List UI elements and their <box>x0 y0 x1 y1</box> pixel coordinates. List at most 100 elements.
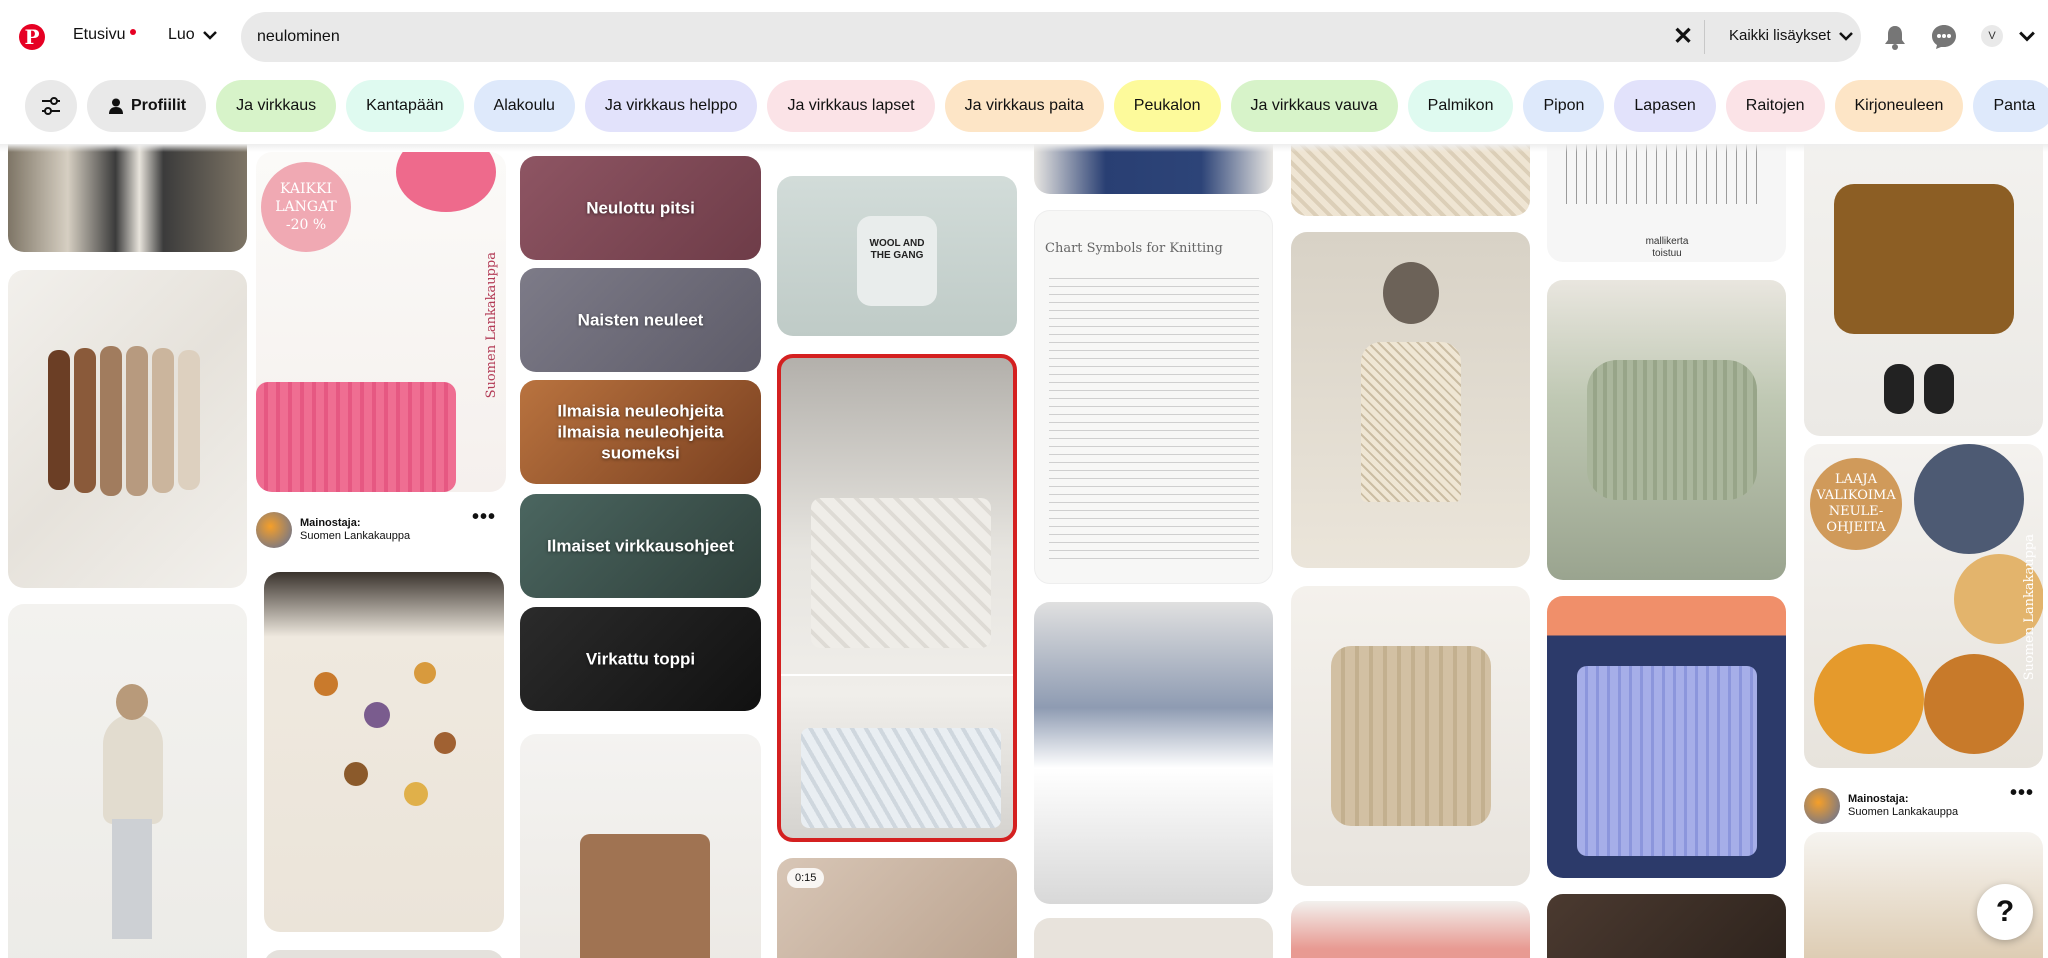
figure-shape <box>1361 342 1461 502</box>
pin-partial[interactable] <box>1034 918 1273 958</box>
pin-brown-sweater[interactable] <box>1804 144 2043 436</box>
pinterest-logo-icon[interactable]: P <box>19 24 45 50</box>
pin-striped-pants[interactable] <box>8 144 247 252</box>
pin-knitting-closeup-selected[interactable] <box>777 354 1017 842</box>
nav-create[interactable]: Luo <box>168 26 217 44</box>
chip-pipon[interactable]: Pipon <box>1523 80 1605 132</box>
chip-alakoulu[interactable]: Alakoulu <box>473 80 575 132</box>
sweater-shape <box>1587 360 1757 500</box>
search-input[interactable] <box>257 12 1657 62</box>
advertiser-name: Suomen Lankakauppa <box>1848 806 1959 818</box>
chip-profiles[interactable]: Profiilit <box>87 80 207 132</box>
help-button[interactable]: ? <box>1977 884 2033 940</box>
chip-ja-virkkaus-paita[interactable]: Ja virkkaus paita <box>944 80 1104 132</box>
board-virkattu-toppi[interactable]: Virkattu toppi <box>520 607 761 711</box>
yarn-ball-shape <box>1914 444 2024 554</box>
flower-shape <box>434 732 456 754</box>
bell-icon[interactable] <box>1883 24 1907 50</box>
board-title: Neulottu pitsi <box>586 198 695 218</box>
flower-shape <box>404 782 428 806</box>
clear-search-icon[interactable]: ✕ <box>1671 25 1695 49</box>
shoe-shape <box>1924 364 1954 414</box>
board-ilmaiset-virkkausohjeet[interactable]: Ilmaiset virkkausohjeet <box>520 494 761 598</box>
brand-vertical-text: Suomen Lankakauppa <box>2022 534 2037 681</box>
board-title: Virkattu toppi <box>585 649 696 669</box>
chip-peukalon[interactable]: Peukalon <box>1113 80 1221 132</box>
chip-ja-virkkaus-lapset[interactable]: Ja virkkaus lapset <box>767 80 935 132</box>
top-bar: P Etusivu Luo ✕ Kaikki lisäykset V <box>0 0 2048 76</box>
pin-knit-camisole[interactable] <box>520 734 761 958</box>
flower-shape <box>314 672 338 696</box>
sock-shape <box>152 348 174 493</box>
flower-shape <box>344 762 368 786</box>
board-ilmaisia-neuleohjeita[interactable]: Ilmaisia neuleohjeita ilmaisia neuleohje… <box>520 380 761 484</box>
pin-woman-mesh-vest[interactable] <box>1291 232 1530 568</box>
badge-text: KAIKKI <box>280 181 332 197</box>
badge-text: LANGAT <box>275 199 337 215</box>
chip-ja-virkkaus-vauva[interactable]: Ja virkkaus vauva <box>1230 80 1398 132</box>
notification-dot <box>130 29 136 35</box>
board-naisten-neuleet[interactable]: Naisten neuleet <box>520 268 761 372</box>
pin-ad-yarn-balls[interactable]: LAAJA VALIKOIMA NEULE- OHJEITA Suomen La… <box>1804 444 2043 768</box>
chip-palmikon[interactable]: Palmikon <box>1407 80 1514 132</box>
header-shadow <box>0 144 2048 152</box>
badge-text: -20 % <box>285 217 327 233</box>
chip-panta[interactable]: Panta <box>1973 80 2048 132</box>
pin-yarn-ball[interactable]: WOOL AND THE GANG <box>777 176 1017 336</box>
promo-badge: LAAJA VALIKOIMA NEULE- OHJEITA <box>1810 458 1902 550</box>
pin-lilac-shorts[interactable] <box>1547 596 1786 878</box>
messages-icon[interactable] <box>1931 24 1957 50</box>
board-title: Naisten neuleet <box>577 310 704 330</box>
badge-text: OHJEITA <box>1826 520 1886 535</box>
knit-texture-shape <box>801 728 1001 828</box>
more-options-icon[interactable]: ••• <box>2010 782 2034 805</box>
search-scope-label: Kaikki lisäykset <box>1729 27 1831 44</box>
advertiser-text: Mainostaja: Suomen Lankakauppa <box>300 517 410 543</box>
pin-chart-symbols[interactable]: Chart Symbols for Knitting <box>1034 210 1273 584</box>
flower-shape <box>414 662 436 684</box>
account-chevron-icon[interactable] <box>2019 28 2035 44</box>
pin-pink-headband[interactable] <box>1291 901 1530 958</box>
pin-woman-cardigan[interactable] <box>8 604 247 958</box>
pin-knitting-pattern-chart[interactable]: mallikerta toistuu <box>1547 144 1786 262</box>
filter-settings-button[interactable] <box>25 80 77 132</box>
more-options-icon[interactable]: ••• <box>472 506 496 529</box>
sock-shape <box>126 346 148 496</box>
chip-lapasen[interactable]: Lapasen <box>1614 80 1716 132</box>
chip-kirjoneuleen[interactable]: Kirjoneuleen <box>1834 80 1964 132</box>
pin-ad-pink-yarn[interactable]: KAIKKI LANGAT -20 % Suomen Lankakauppa <box>256 152 506 492</box>
pattern-grid-shape <box>1557 144 1757 204</box>
sock-shape <box>178 350 200 490</box>
chip-ja-virkkaus-helppo[interactable]: Ja virkkaus helppo <box>584 80 758 132</box>
pin-green-sweater[interactable] <box>1547 280 1786 580</box>
pin-partial[interactable] <box>1547 894 1786 958</box>
yarn-ball-shape <box>396 152 496 212</box>
figure-shape <box>116 684 148 720</box>
board-title: Ilmaiset virkkausohjeet <box>546 536 735 556</box>
chip-kantapaan[interactable]: Kantapään <box>346 80 464 132</box>
pin-wool-socks[interactable] <box>8 270 247 588</box>
ad-attribution[interactable]: Mainostaja: Suomen Lankakauppa <box>256 512 410 548</box>
pin-partial[interactable] <box>264 950 504 958</box>
yarn-ball-shape <box>1814 644 1924 754</box>
avatar[interactable]: V <box>1981 25 2003 47</box>
ad-attribution[interactable]: Mainostaja: Suomen Lankakauppa <box>1804 788 1958 824</box>
advertiser-avatar <box>256 512 292 548</box>
discount-badge: KAIKKI LANGAT -20 % <box>261 162 351 252</box>
chip-ja-virkkaus[interactable]: Ja virkkaus <box>216 80 337 132</box>
yarn-label: WOOL AND THE GANG <box>869 238 925 261</box>
pin-flower-sweater[interactable] <box>264 572 504 932</box>
pin-mesh-knit-top[interactable] <box>1291 144 1530 216</box>
shorts-shape <box>1577 666 1757 856</box>
pin-sweater-stack[interactable] <box>1034 602 1273 904</box>
search-bar: ✕ Kaikki lisäykset <box>241 12 1861 62</box>
figure-shape <box>112 819 152 939</box>
search-scope-dropdown[interactable]: Kaikki lisäykset <box>1729 27 1853 44</box>
board-neulottu-pitsi[interactable]: Neulottu pitsi <box>520 156 761 260</box>
pin-beige-baby-sweater[interactable] <box>1291 586 1530 886</box>
figure-shape <box>103 714 163 824</box>
nav-home[interactable]: Etusivu <box>73 26 125 44</box>
chip-raitojen[interactable]: Raitojen <box>1725 80 1825 132</box>
pin-video[interactable]: 0:15 <box>777 858 1017 958</box>
badge-text: NEULE- <box>1828 504 1884 519</box>
